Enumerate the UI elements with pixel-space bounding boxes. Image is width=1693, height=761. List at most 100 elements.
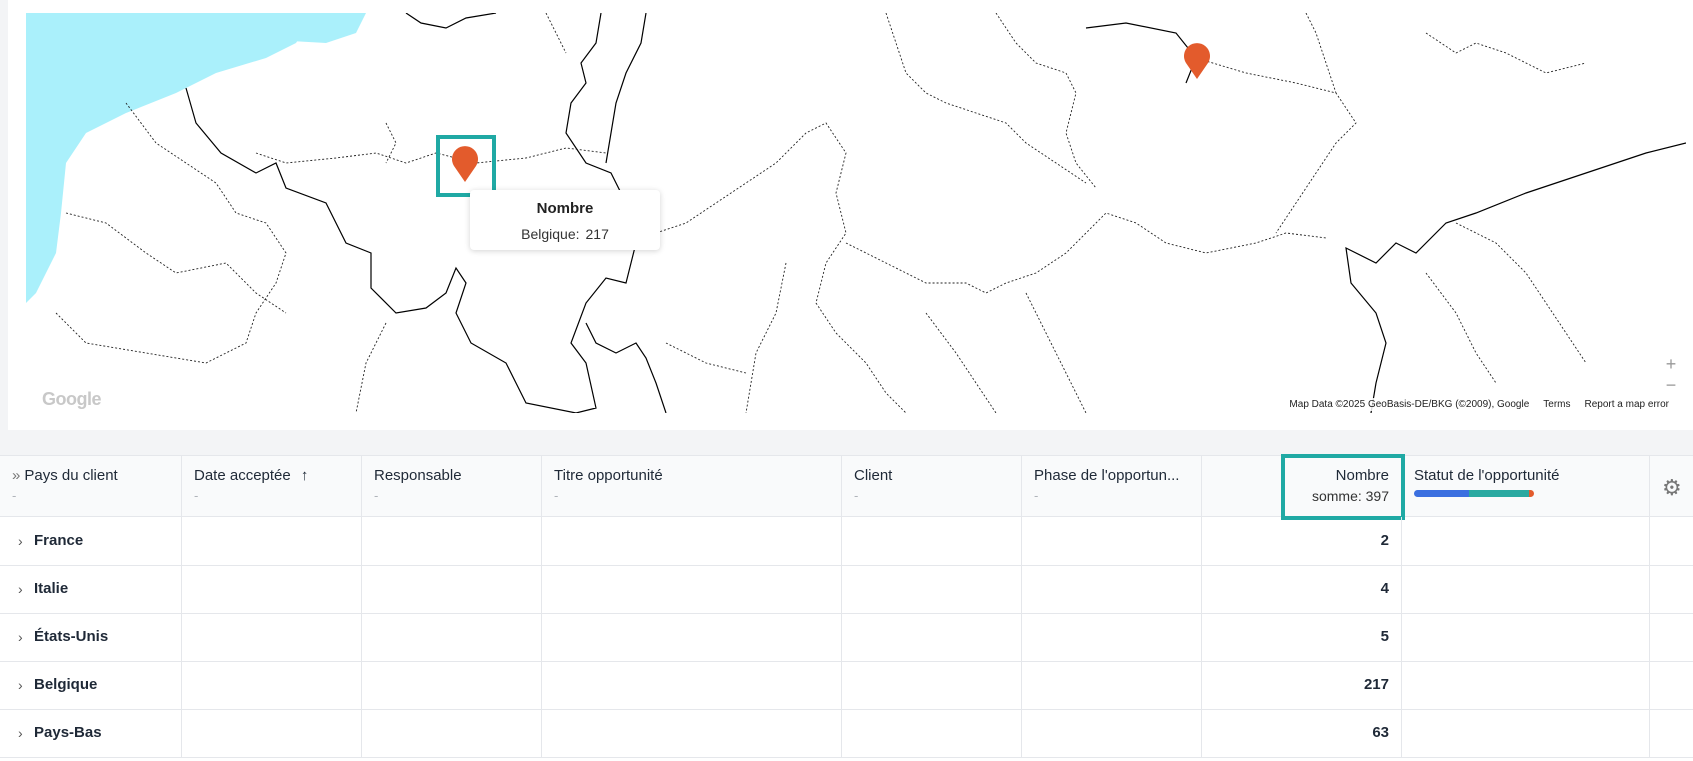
border-nl-de [605, 13, 647, 164]
col-sub-pays: - [12, 488, 17, 503]
chevron-right-icon[interactable]: › [18, 517, 23, 565]
terms-link[interactable]: Terms [1543, 399, 1570, 410]
col-header-statut[interactable]: Statut de l'opportunité [1402, 456, 1650, 516]
cell-count: 5 [1202, 613, 1402, 661]
cell-country: › France [0, 517, 182, 565]
col-label-pays: Pays du client [24, 467, 118, 484]
expand-all-icon[interactable]: » [12, 467, 20, 484]
table-row[interactable]: › Belgique 217 [0, 661, 1693, 710]
cell-empty [1022, 565, 1202, 613]
grid-header: » Pays du client - Date acceptée ↑ - Resp… [0, 454, 1693, 520]
cell-empty [1022, 517, 1202, 565]
cell-empty [182, 517, 362, 565]
table-row[interactable]: › Italie 4 [0, 565, 1693, 614]
col-label-statut: Statut de l'opportunité [1414, 467, 1560, 484]
cell-country: › Italie [0, 565, 182, 613]
cell-country: › États-Unis [0, 613, 182, 661]
cell-empty [842, 709, 1022, 757]
map-tooltip: Nombre Belgique: 217 [470, 190, 660, 250]
cell-empty [362, 709, 542, 757]
col-label-titre: Titre opportunité [554, 467, 663, 484]
map-marker-germany[interactable] [1182, 41, 1212, 81]
zoom-in-button[interactable]: + [1658, 354, 1684, 375]
cell-empty [542, 613, 842, 661]
sort-asc-icon: ↑ [300, 467, 309, 484]
col-label-date: Date acceptée [194, 467, 291, 484]
map-card: Nombre Belgique: 217 + − Google Map Data … [8, 0, 1693, 430]
col-label-phase: Phase de l'opportun... [1034, 467, 1180, 484]
status-segment-1 [1414, 490, 1470, 497]
col-label-responsable: Responsable [374, 467, 462, 484]
cell-count: 217 [1202, 661, 1402, 709]
cell-empty [542, 565, 842, 613]
map-svg [26, 13, 1686, 413]
tooltip-value: 217 [585, 226, 609, 242]
google-logo: Google [42, 389, 102, 409]
cell-empty [1402, 517, 1650, 565]
gear-icon[interactable]: ⚙ [1662, 475, 1682, 501]
table-row[interactable]: › États-Unis 5 [0, 613, 1693, 662]
sum-highlight-box [1281, 454, 1405, 520]
cell-empty [842, 517, 1022, 565]
marker-highlight-box [436, 135, 496, 197]
cell-empty [1402, 661, 1650, 709]
cell-empty [1402, 613, 1650, 661]
col-header-responsable[interactable]: Responsable - [362, 456, 542, 516]
cell-empty [1022, 709, 1202, 757]
border-de-dk [1085, 22, 1197, 84]
cell-count: 2 [1202, 517, 1402, 565]
status-segment-3 [1529, 490, 1534, 497]
country-label: France [34, 532, 84, 549]
border-netherlands [405, 13, 497, 29]
cell-empty [1402, 565, 1650, 613]
col-sub-date: - [194, 488, 199, 503]
map-data-text: Map Data ©2025 GeoBasis-DE/BKG (©2009), … [1289, 399, 1530, 410]
cell-country: › Belgique [0, 661, 182, 709]
country-label: Pays-Bas [34, 724, 102, 741]
chevron-right-icon[interactable]: › [18, 613, 23, 661]
col-sub-phase: - [1034, 488, 1039, 503]
country-label: Italie [34, 580, 69, 597]
col-header-client[interactable]: Client - [842, 456, 1022, 516]
tooltip-row: Belgique: 217 [470, 226, 660, 242]
cell-empty [362, 661, 542, 709]
col-label-client: Client [854, 467, 893, 484]
status-distribution-bar [1414, 490, 1534, 497]
sea-area [26, 13, 316, 303]
report-error-link[interactable]: Report a map error [1585, 399, 1669, 410]
col-header-titre[interactable]: Titre opportunité - [542, 456, 842, 516]
cell-count: 63 [1202, 709, 1402, 757]
cell-empty [362, 517, 542, 565]
cell-empty [362, 613, 542, 661]
cell-empty [842, 613, 1022, 661]
zoom-control: + − [1658, 354, 1684, 396]
table-row[interactable]: › Pays-Bas 63 [0, 709, 1693, 758]
cell-empty [842, 661, 1022, 709]
border-de-pl [1345, 142, 1686, 413]
chevron-right-icon[interactable]: › [18, 709, 23, 757]
cell-empty [1022, 661, 1202, 709]
chevron-right-icon[interactable]: › [18, 661, 23, 709]
table-row[interactable]: › France 2 [0, 517, 1693, 566]
cell-empty [362, 565, 542, 613]
cell-empty [542, 661, 842, 709]
col-sub-titre: - [554, 488, 559, 503]
cell-empty [542, 517, 842, 565]
col-header-pays[interactable]: » Pays du client - [0, 456, 182, 516]
map-canvas[interactable]: Nombre Belgique: 217 + − [26, 13, 1686, 413]
cell-count: 4 [1202, 565, 1402, 613]
cell-country: › Pays-Bas [0, 709, 182, 757]
data-grid: » Pays du client - Date acceptée ↑ - Resp… [0, 454, 1693, 761]
col-header-date[interactable]: Date acceptée ↑ - [182, 456, 362, 516]
cell-empty [182, 709, 362, 757]
cell-empty [182, 661, 362, 709]
cell-empty [182, 565, 362, 613]
chevron-right-icon[interactable]: › [18, 565, 23, 613]
cell-empty [1022, 613, 1202, 661]
col-sub-responsable: - [374, 488, 379, 503]
col-header-phase[interactable]: Phase de l'opportun... - [1022, 456, 1202, 516]
cell-empty [182, 613, 362, 661]
zoom-out-button[interactable]: − [1658, 375, 1684, 396]
border-lux-fr [585, 322, 667, 413]
country-label: Belgique [34, 676, 98, 693]
